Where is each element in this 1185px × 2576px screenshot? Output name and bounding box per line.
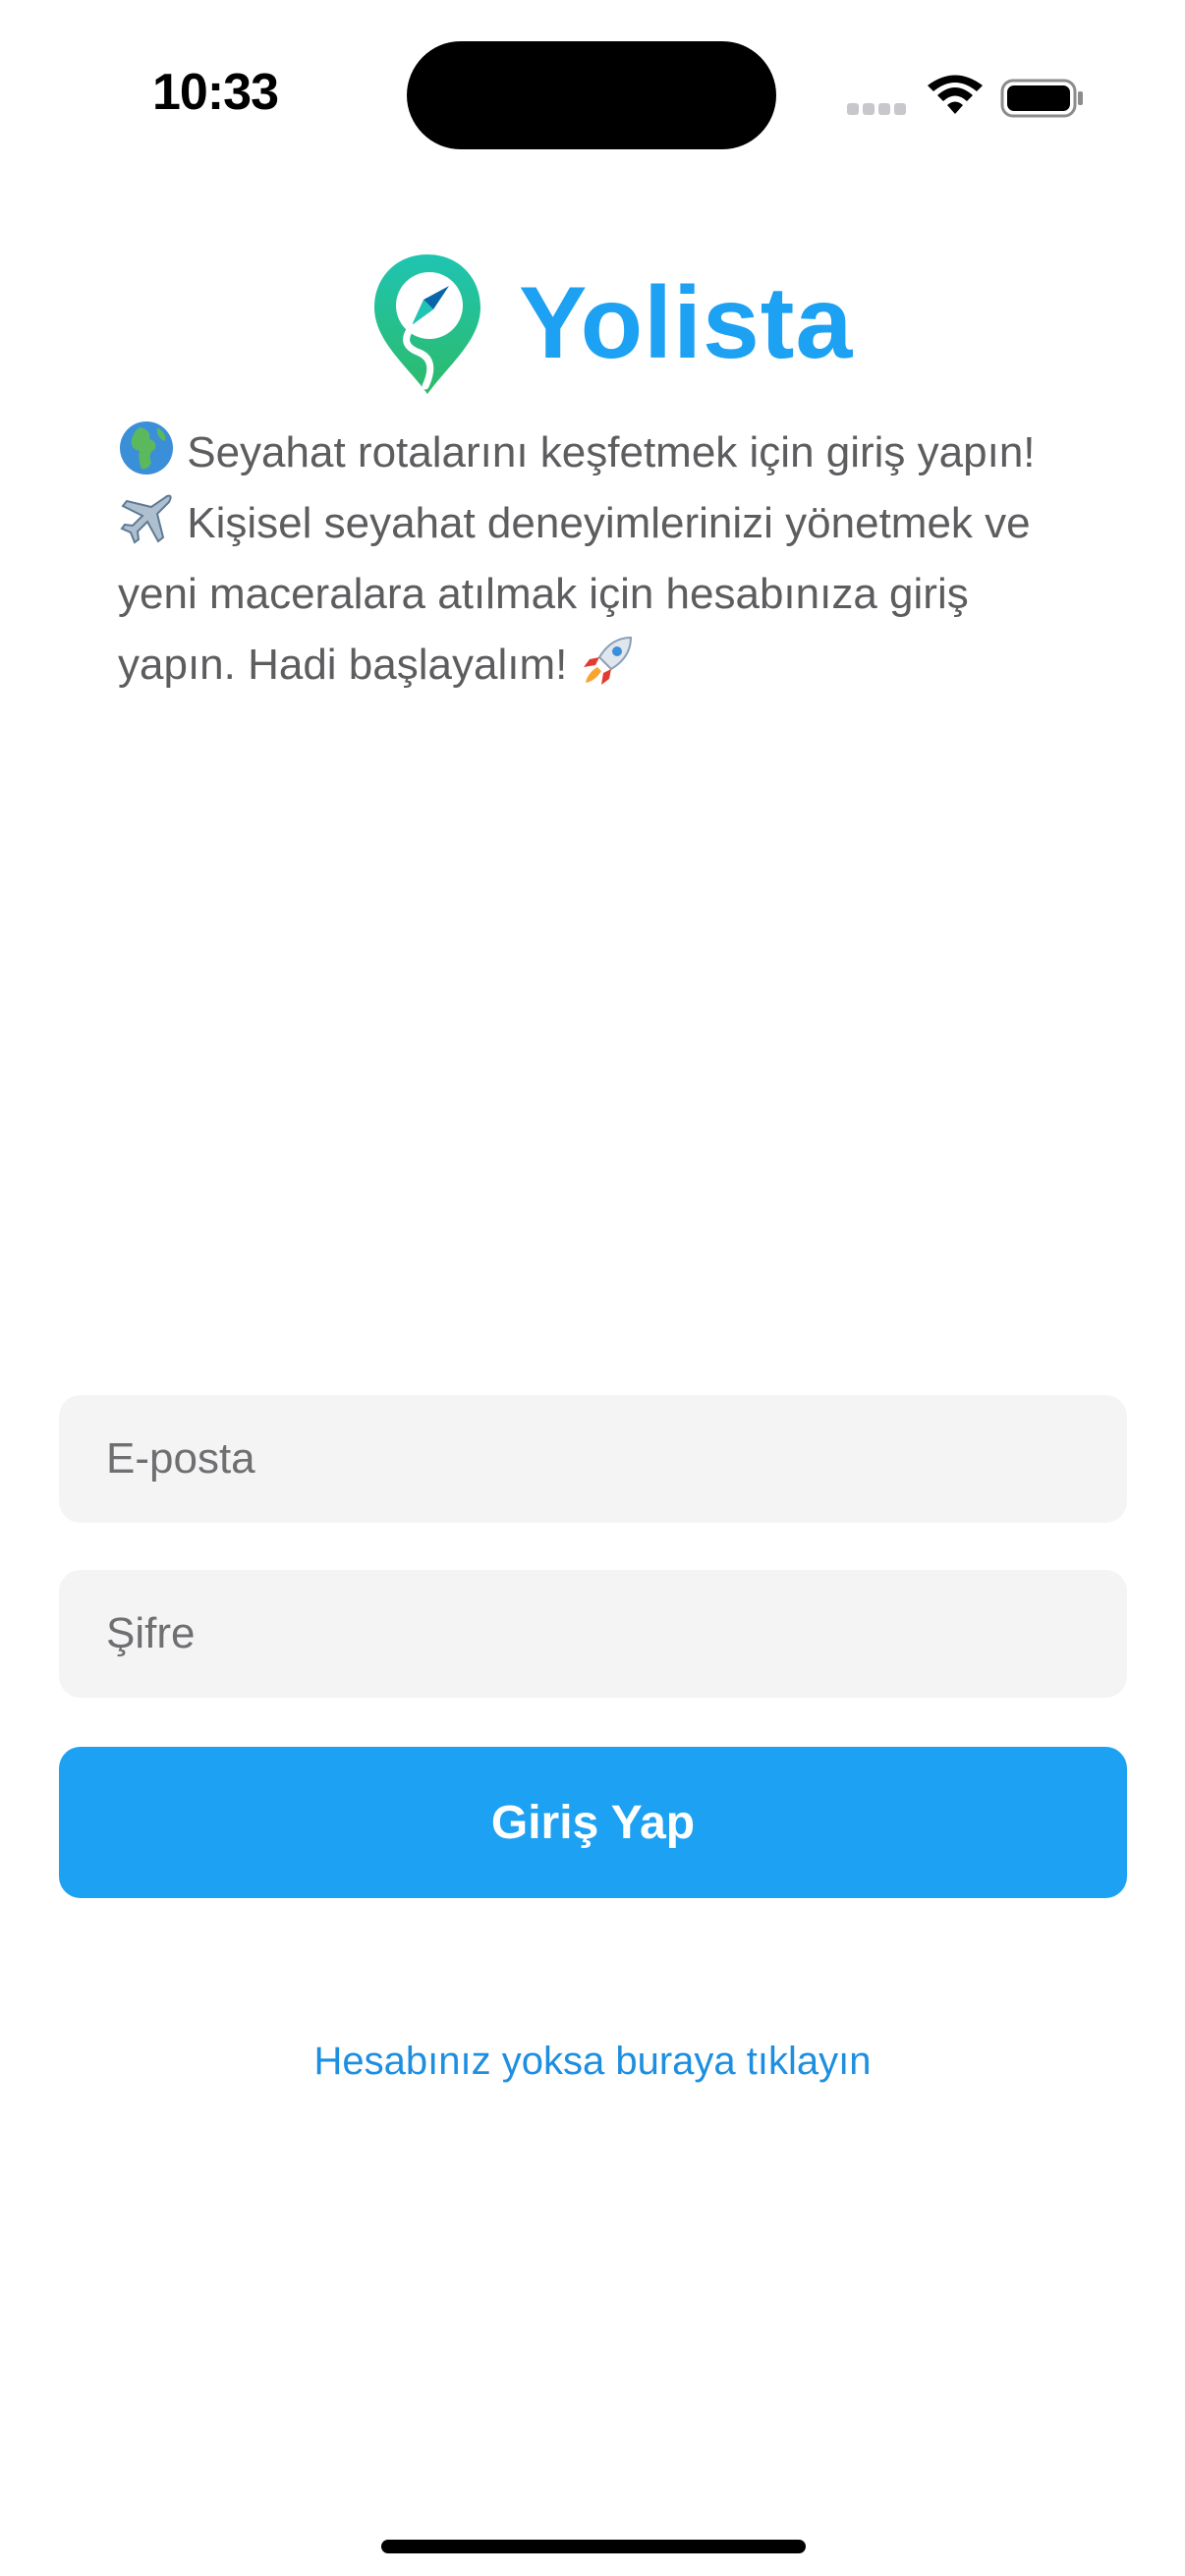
dynamic-island <box>407 41 776 149</box>
home-indicator[interactable] <box>381 2540 806 2553</box>
rocket-icon <box>583 636 632 685</box>
status-time: 10:33 <box>152 64 279 121</box>
intro-part-2: Kişisel seyahat deneyimlerinizi yönetmek… <box>118 499 1031 689</box>
brand-header: Yolista <box>368 251 852 398</box>
app-name: Yolista <box>519 266 854 380</box>
intro-text: Seyahat rotalarını keşfetmek için giriş … <box>118 418 1061 700</box>
airplane-icon <box>120 494 172 544</box>
cellular-signal-icon <box>847 103 908 115</box>
map-pin-compass-icon <box>374 254 480 394</box>
signup-link[interactable]: Hesabınız yoksa buraya tıklayın <box>0 2040 1185 2084</box>
password-input[interactable] <box>106 1570 1089 1698</box>
status-icons <box>847 71 1083 122</box>
email-field[interactable] <box>59 1395 1127 1523</box>
intro-part-1: Seyahat rotalarını keşfetmek için giriş … <box>187 428 1036 476</box>
login-button[interactable]: Giriş Yap <box>59 1747 1127 1898</box>
status-bar: 10:33 <box>0 0 1185 187</box>
globe-europe-africa-icon <box>120 421 173 475</box>
password-field[interactable] <box>59 1570 1127 1698</box>
wifi-icon <box>928 75 983 114</box>
email-input[interactable] <box>106 1395 1089 1523</box>
battery-icon <box>1000 79 1083 118</box>
